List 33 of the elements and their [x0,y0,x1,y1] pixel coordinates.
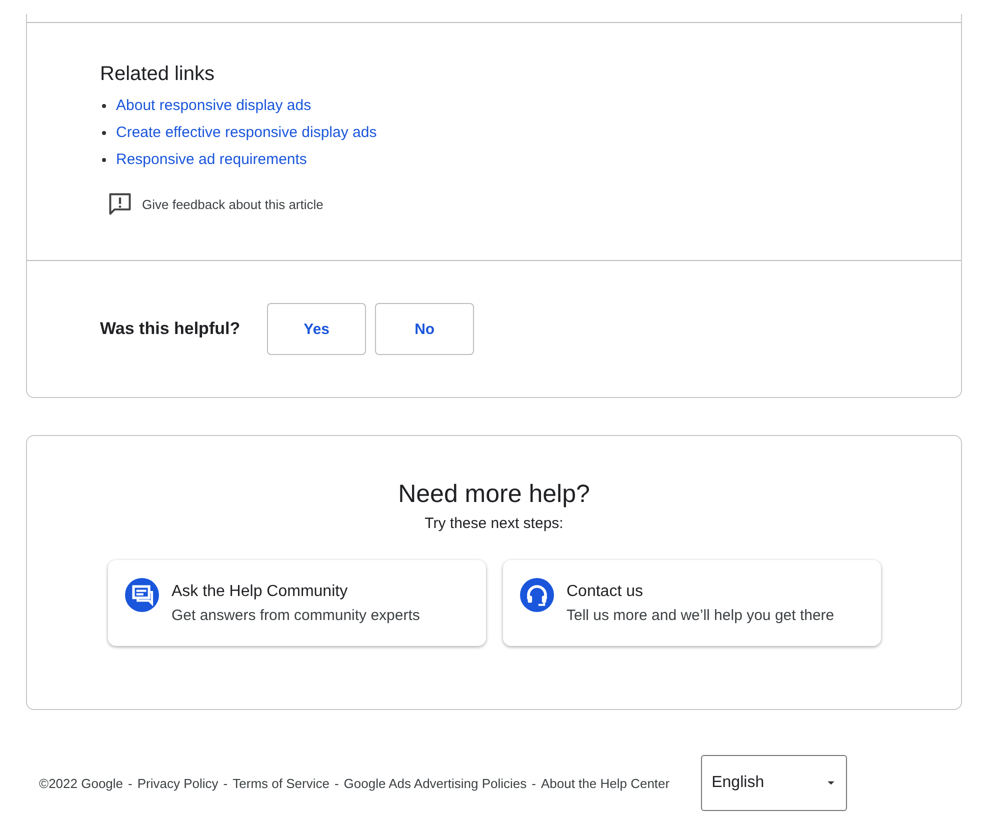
help-option-card[interactable]: Ask the Help Community Get answers from community experts [108,560,486,646]
footer-separator: - [128,776,132,790]
related-link[interactable]: Responsive ad requirements [116,151,307,168]
language-dropdown[interactable]: English [700,755,847,811]
option-description: Tell us more and we’ll help you get there [566,606,834,624]
copyright-text: ©2022 Google [39,776,124,790]
answer-button[interactable]: No [375,303,474,355]
option-description: Get answers from community experts [172,606,420,624]
answer-button[interactable]: Yes [267,303,366,355]
language-value: English [712,774,764,792]
option-title: Contact us [566,582,644,600]
footer-link[interactable]: Terms of Service [232,776,330,790]
footer-separator: - [223,776,228,790]
bullet-icon [102,158,106,162]
footer-link[interactable]: Privacy Policy [137,776,218,790]
section-heading: Related links [100,63,216,86]
related-link[interactable]: About responsive display ads [116,97,312,114]
feedback-link[interactable]: Give feedback about this article [142,196,324,212]
chat-icon [124,578,158,612]
footer-link[interactable]: About the Help Center [540,776,670,790]
feedback-icon [107,191,133,217]
related-link[interactable]: Create effective responsive display ads [116,124,377,141]
section-subtitle: Try these next steps: [424,515,564,532]
footer-separator: - [334,776,339,790]
helpful-question: Was this helpful? [100,319,240,339]
help-option-card[interactable]: Contact us Tell us more and we’ll help you get there [502,560,880,646]
footer-link[interactable]: Google Ads Advertising Policies [344,776,527,790]
headset-icon [520,578,554,612]
section-heading: Need more help? [398,480,590,509]
option-title: Ask the Help Community [172,582,349,600]
bullet-icon [102,130,106,134]
bullet-icon [102,104,106,108]
footer-separator: - [532,776,536,790]
